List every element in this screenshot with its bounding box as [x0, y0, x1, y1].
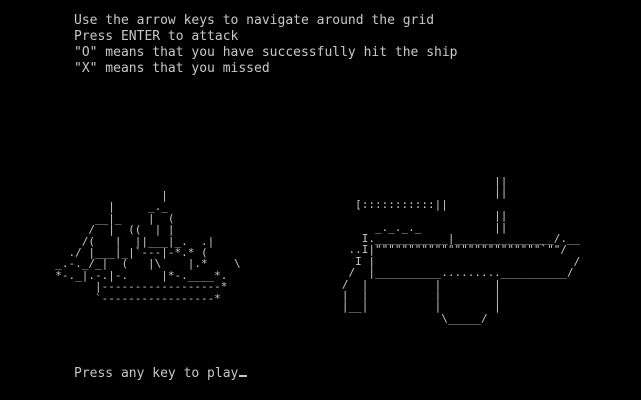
instruction-line-hit: "O" means that you have successfully hit…: [74, 45, 458, 60]
instruction-line-attack: Press ENTER to attack: [74, 29, 239, 44]
text-cursor: [239, 375, 248, 377]
sailing-ship-ascii-art: | | _._ __|_ | ( / | (( | | /( | ||___|_…: [55, 189, 241, 305]
terminal-screen[interactable]: Use the arrow keys to navigate around th…: [0, 0, 641, 400]
battleship-ascii-art: || || [:::::::::::|| || _._._._ || I.___…: [341, 175, 581, 325]
start-prompt[interactable]: Press any key to play: [74, 366, 248, 382]
start-prompt-text: Press any key to play: [74, 366, 239, 381]
instruction-line-navigate: Use the arrow keys to navigate around th…: [74, 13, 435, 28]
instructions-block: Use the arrow keys to navigate around th…: [74, 13, 458, 77]
instruction-line-miss: "X" means that you missed: [74, 61, 270, 76]
